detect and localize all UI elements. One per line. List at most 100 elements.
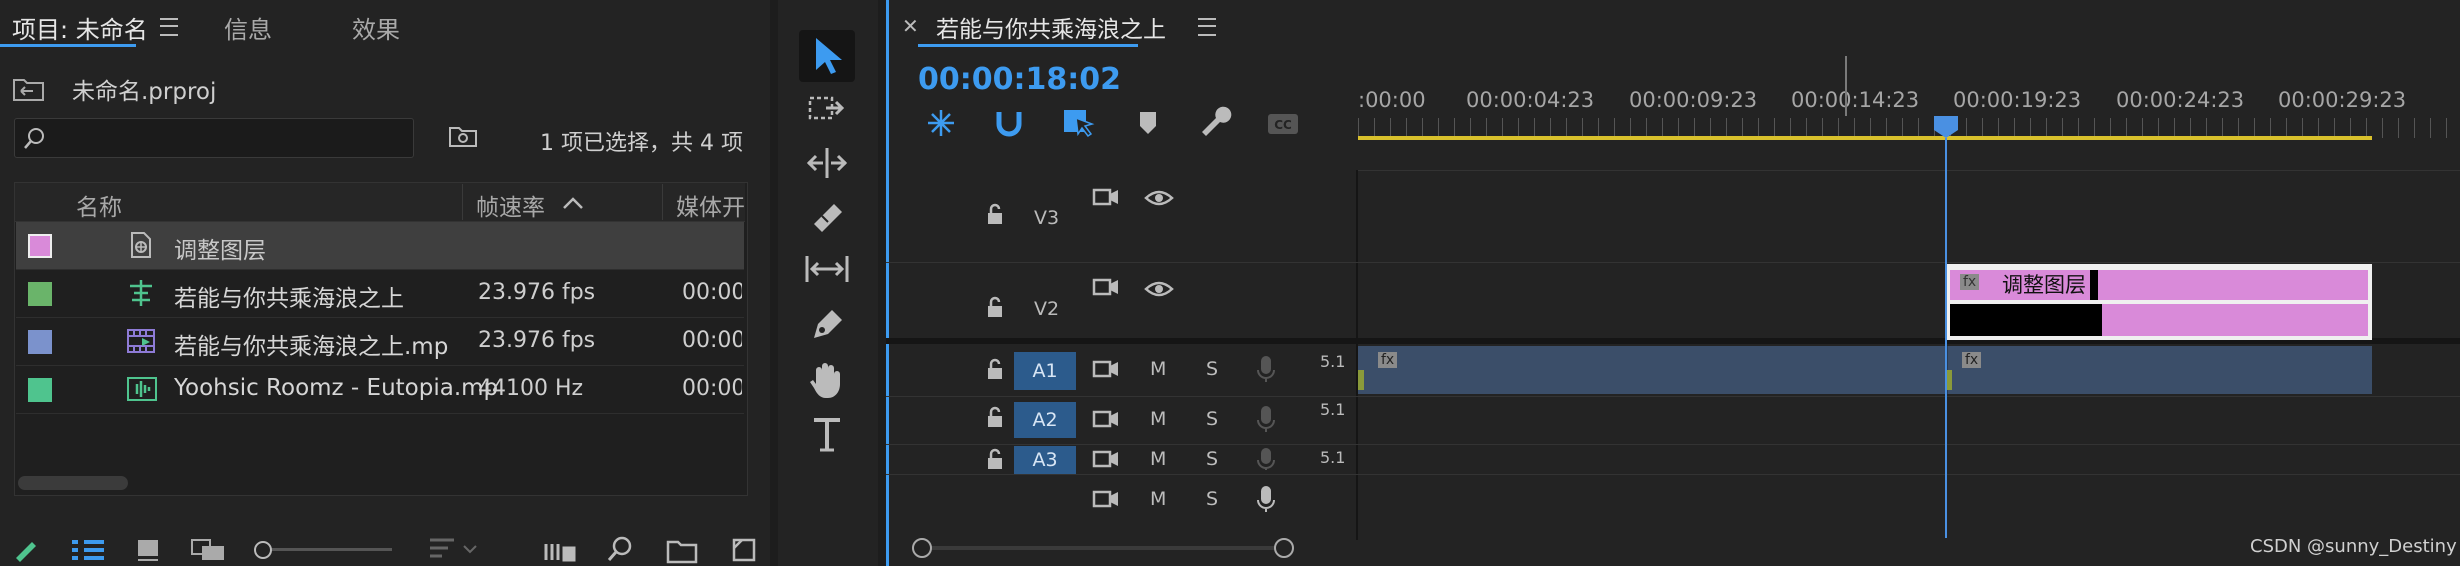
item-media-start: 00:00:0 [682,280,742,305]
item-framerate: 44100 Hz [478,376,584,401]
column-framerate[interactable]: 帧速率 [476,188,545,222]
solo-button[interactable]: S [1206,358,1218,380]
video-clip-icon [127,329,155,353]
freeform-view-icon[interactable] [190,536,230,564]
lock-icon[interactable] [986,358,1004,384]
work-area-bar[interactable] [1358,136,2372,140]
fx-badge: fx [1378,352,1398,368]
sync-lock-icon[interactable] [1092,448,1120,470]
hamburger-icon[interactable] [160,18,178,36]
lock-icon[interactable] [986,296,1004,322]
mute-button[interactable]: M [1150,448,1166,470]
sequence-tab-title[interactable]: 若能与你共乘海浪之上 [936,10,1166,44]
scrollbar-handle-right[interactable] [1274,538,1294,558]
type-tool-icon[interactable] [810,416,846,454]
playhead-handle[interactable] [1932,114,1960,140]
icon-view-icon[interactable] [136,538,162,562]
automate-to-sequence-icon[interactable] [544,538,576,562]
snap-icon[interactable] [994,108,1024,138]
voiceover-mic-icon[interactable] [1256,484,1276,514]
ripple-edit-tool-icon[interactable] [806,146,848,180]
tab-project[interactable]: 项目: 未命名 [12,10,148,45]
scrollbar-handle-left[interactable] [912,538,932,558]
search-input[interactable] [14,118,414,158]
mute-button[interactable]: M [1150,358,1166,380]
razor-tool-icon[interactable] [808,198,848,236]
sync-lock-icon[interactable] [1092,186,1120,208]
audio-clip-segment[interactable] [1358,346,1948,394]
clip-label: 调整图层 [2002,273,2086,297]
sort-icons-icon[interactable] [428,536,488,562]
slip-tool-icon[interactable] [804,252,850,286]
timeline-zoom-scrollbar[interactable] [918,546,1290,550]
channel-format: 5.1 [1320,400,1346,419]
solo-button[interactable]: S [1206,448,1218,470]
track-target-a3[interactable]: A3 [1014,446,1076,474]
adjustment-layer-clip[interactable]: fx 调整图层 [1946,264,2372,340]
lock-icon[interactable] [986,448,1004,474]
list-item[interactable]: 调整图层 [16,222,744,270]
timeline-settings-wrench-icon[interactable] [1198,106,1232,140]
lock-icon[interactable] [986,406,1004,432]
list-item[interactable]: 若能与你共乘海浪之上 23.976 fps 00:00:0 [16,270,744,318]
hand-tool-icon[interactable] [808,360,848,400]
nest-toggle-icon[interactable] [926,108,956,138]
sync-lock-icon[interactable] [1092,276,1120,298]
add-marker-icon[interactable] [1138,110,1158,136]
voiceover-mic-icon[interactable] [1256,446,1276,472]
column-media-start[interactable]: 媒体开 [676,188,744,222]
tab-effects[interactable]: 效果 [352,10,400,45]
track-name-v3[interactable]: V3 [1034,207,1059,229]
find-icon[interactable] [606,536,636,564]
new-item-icon[interactable] [730,536,758,564]
sequence-menu-icon[interactable] [1198,18,1216,36]
sync-lock-icon[interactable] [1092,408,1120,430]
voiceover-mic-icon[interactable] [1256,404,1276,434]
track-target-a1[interactable]: A1 [1014,352,1076,390]
mute-button[interactable]: M [1150,488,1166,510]
sort-ascending-icon[interactable] [562,196,584,210]
zoom-slider[interactable] [262,548,392,551]
ruler-ticks [1358,118,2460,138]
svg-text:CC: CC [1274,118,1292,132]
list-item[interactable]: 若能与你共乘海浪之上.mp 23.976 fps 00:00:0 [16,318,744,366]
label-color-swatch[interactable] [28,234,52,258]
mute-button[interactable]: M [1150,408,1166,430]
playhead-timecode[interactable]: 00:00:18:02 [918,62,1121,97]
voiceover-mic-icon[interactable] [1256,354,1276,384]
sync-lock-icon[interactable] [1092,488,1120,510]
column-name[interactable]: 名称 [76,188,122,222]
solo-button[interactable]: S [1206,488,1218,510]
folder-up-icon[interactable] [12,74,46,106]
new-bin-from-search-icon[interactable] [448,124,478,152]
channel-format: 5.1 [1320,352,1346,371]
label-color-swatch[interactable] [28,282,52,306]
track-select-tool-icon[interactable] [808,92,848,126]
new-bin-icon[interactable] [666,538,698,564]
zoom-slider-handle[interactable] [254,541,272,559]
adjustment-layer-icon [131,232,151,258]
selection-tool-icon[interactable] [812,36,842,76]
pen-tool-icon[interactable] [808,306,848,344]
sync-lock-icon[interactable] [1092,358,1120,380]
playhead-line[interactable] [1945,138,1947,538]
captions-icon[interactable]: CC [1266,112,1300,136]
list-item[interactable]: Yoohsic Roomz - Eutopia.mp 44100 Hz 00:0… [16,366,744,414]
close-icon[interactable]: ✕ [902,14,919,38]
label-color-swatch[interactable] [28,378,52,402]
toggle-output-eye-icon[interactable] [1144,279,1174,299]
watermark-text: CSDN @sunny_Destiny [2250,536,2457,557]
track-target-a2[interactable]: A2 [1014,402,1076,438]
solo-button[interactable]: S [1206,408,1218,430]
toggle-output-eye-icon[interactable] [1144,188,1174,208]
label-color-swatch[interactable] [28,330,52,354]
track-name-v2[interactable]: V2 [1034,298,1059,320]
horizontal-scrollbar[interactable] [18,476,128,490]
lock-icon[interactable] [986,203,1004,229]
linked-selection-icon[interactable] [1062,106,1096,138]
tab-info[interactable]: 信息 [224,10,272,45]
ruler-major-tick [1845,56,1847,116]
pencil-icon[interactable] [12,536,42,562]
list-view-icon[interactable] [70,538,106,564]
audio-clip-icon [127,377,157,401]
